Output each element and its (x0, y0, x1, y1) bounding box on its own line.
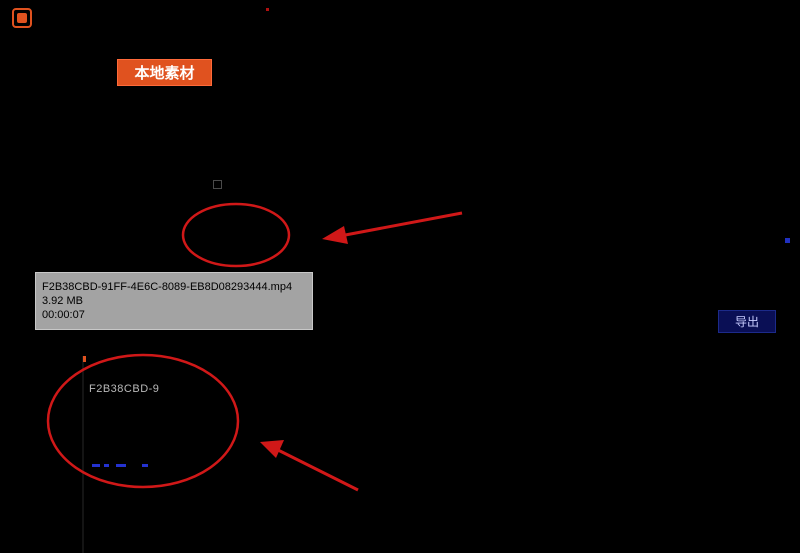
app-logo-icon[interactable] (12, 8, 32, 28)
timeline-track-edge (82, 356, 84, 553)
indicator-dot (266, 8, 269, 11)
audio-waveform (92, 462, 162, 470)
media-checkbox[interactable] (213, 180, 222, 189)
scroll-indicator[interactable] (785, 238, 790, 243)
annotation-arrow-top (322, 211, 463, 244)
media-info-tooltip: F2B38CBD-91FF-4E6C-8089-EB8D08293444.mp4… (35, 272, 313, 330)
tooltip-duration: 00:00:07 (42, 309, 85, 321)
waveform-segment (142, 464, 148, 467)
app-logo-glyph (17, 13, 27, 23)
tab-local-material[interactable]: 本地素材 (117, 59, 212, 86)
tooltip-filesize: 3.92 MB (42, 295, 83, 307)
timeline-clip-label[interactable]: F2B38CBD-9 (89, 383, 159, 395)
playhead-marker[interactable] (83, 356, 86, 362)
export-button[interactable]: 导出 (718, 310, 776, 333)
annotation-arrow-bottom (260, 440, 359, 492)
tooltip-filename: F2B38CBD-91FF-4E6C-8089-EB8D08293444.mp4 (42, 281, 293, 293)
annotation-circle-top (181, 202, 291, 268)
waveform-segment (92, 464, 100, 467)
waveform-segment (116, 464, 126, 467)
waveform-segment (104, 464, 109, 467)
